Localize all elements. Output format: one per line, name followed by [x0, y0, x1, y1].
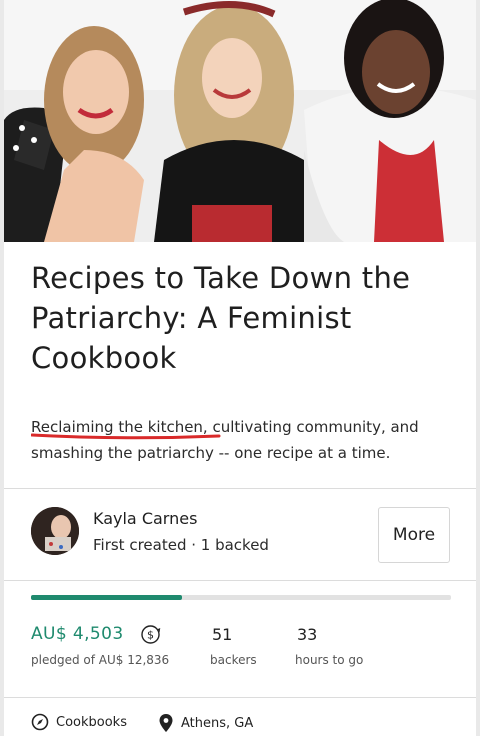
creator-name[interactable]: Kayla Carnes: [93, 509, 197, 528]
hours-count: 33: [297, 625, 318, 644]
svg-text:$: $: [147, 629, 154, 642]
compass-icon: [31, 713, 49, 731]
category-link[interactable]: Cookbooks: [31, 713, 127, 731]
red-underline-annotation: [31, 433, 221, 440]
category-label: Cookbooks: [56, 714, 127, 730]
pledged-goal: pledged of AU$ 12,836: [31, 653, 170, 667]
hero-photo: [4, 0, 476, 242]
divider: [4, 697, 476, 698]
project-title[interactable]: Recipes to Take Down the Patriarchy: A F…: [31, 258, 451, 378]
creator-avatar[interactable]: [31, 507, 79, 555]
funding-progress-fill: [31, 595, 183, 600]
location-link[interactable]: Athens, GA: [158, 713, 253, 733]
creator-stats: First created · 1 backed: [93, 536, 269, 554]
project-card: Recipes to Take Down the Patriarchy: A F…: [4, 0, 476, 736]
avatar-photo-icon: [31, 507, 79, 555]
backers-count: 51: [212, 625, 233, 644]
location-pin-icon: [159, 714, 173, 732]
divider: [4, 580, 476, 581]
divider: [4, 488, 476, 489]
currency-conversion-icon[interactable]: $: [140, 624, 161, 645]
pledged-amount: AU$ 4,503: [31, 624, 124, 644]
hours-label: hours to go: [295, 653, 364, 667]
funding-progress-bar: [31, 595, 451, 600]
location-label: Athens, GA: [181, 715, 254, 731]
project-hero-image[interactable]: [4, 0, 476, 242]
backers-label: backers: [210, 653, 257, 667]
more-button[interactable]: More: [378, 507, 450, 563]
